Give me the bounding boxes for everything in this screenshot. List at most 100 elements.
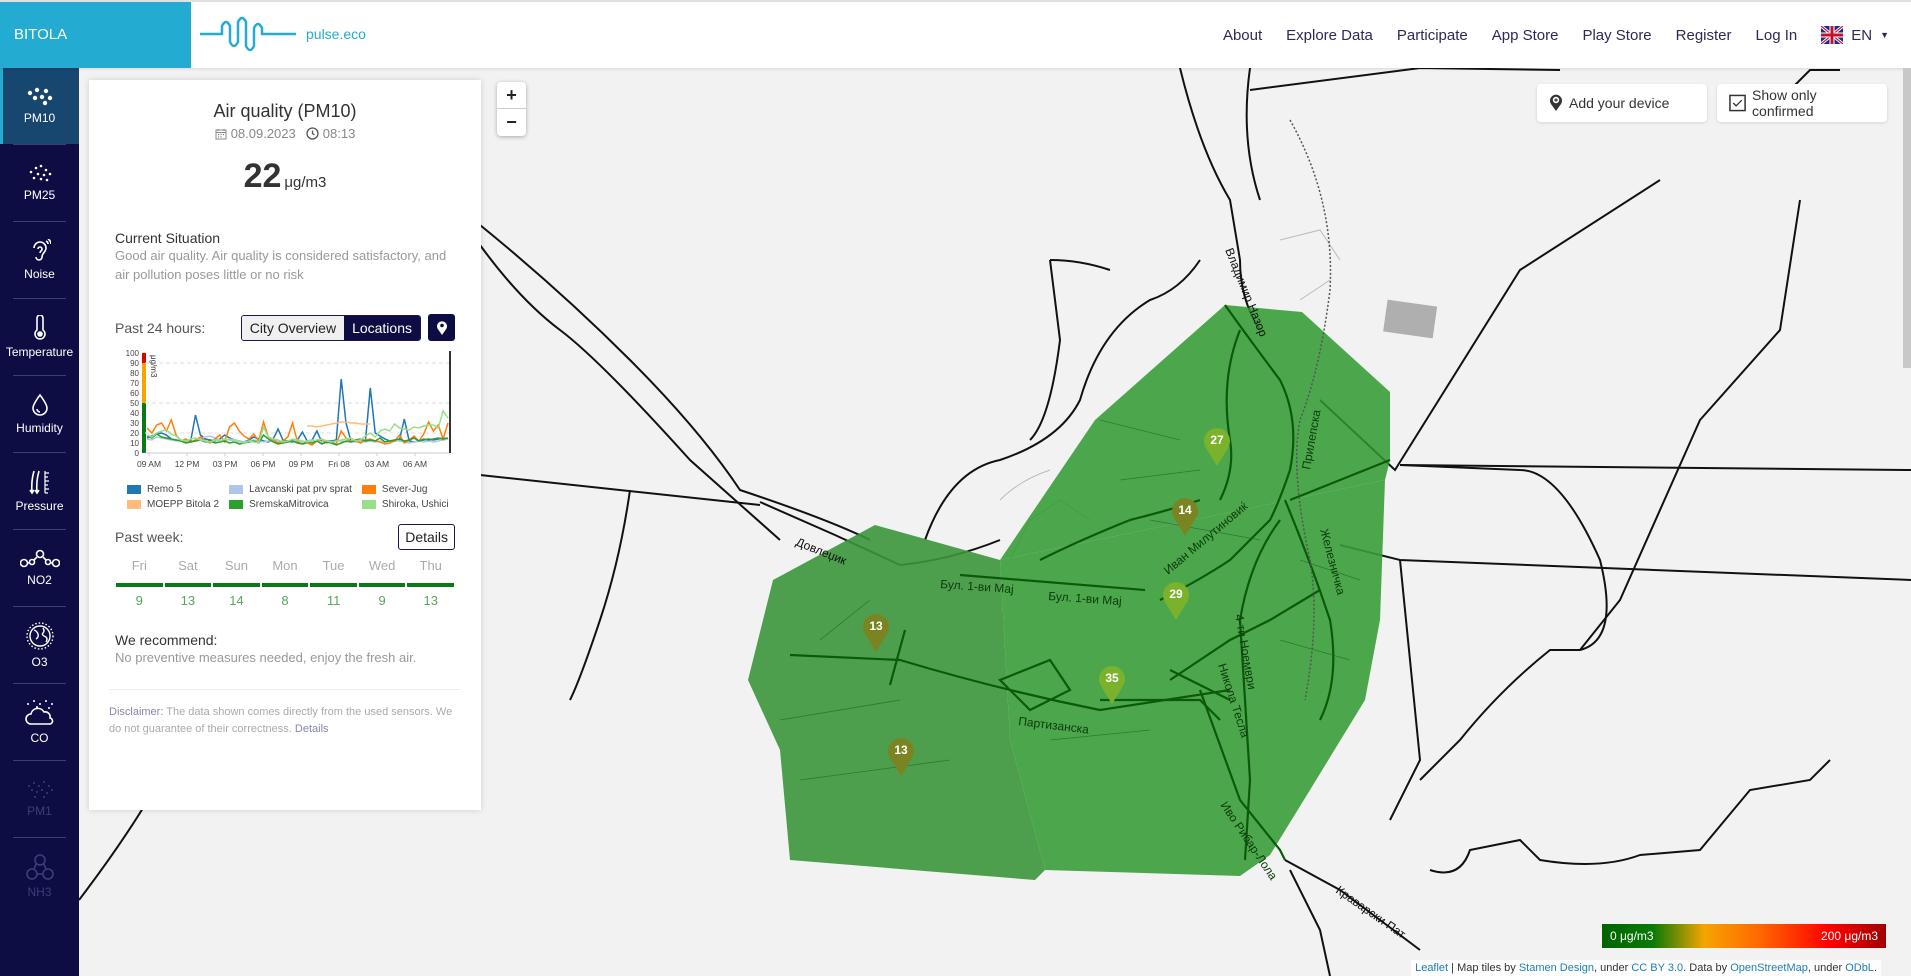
calendar-icon	[215, 128, 227, 139]
sidebar-item-nh3[interactable]: NH3	[0, 838, 79, 914]
sidebar-label: Noise	[24, 267, 55, 281]
nav-log-in[interactable]: Log In	[1756, 27, 1798, 44]
nav-play-store[interactable]: Play Store	[1582, 27, 1651, 44]
sidebar-item-temperature[interactable]: Temperature	[0, 299, 79, 375]
language-selector[interactable]: EN ▼	[1821, 26, 1889, 44]
particles-icon	[27, 87, 52, 106]
sidebar-item-no2[interactable]: NO2	[0, 530, 79, 606]
day-name: Fri	[131, 558, 147, 573]
legend-item[interactable]: MOEPP Bitola 2	[127, 499, 219, 510]
pulse-wave-icon	[200, 16, 296, 52]
y-tick-label: 80	[130, 369, 139, 378]
day-level-bar	[116, 583, 163, 587]
tab-locations[interactable]: Locations	[344, 315, 420, 340]
series-line	[146, 378, 449, 443]
page-scrollbar[interactable]	[1903, 68, 1911, 368]
sidebar-label: NH3	[27, 885, 52, 899]
fine-particles-icon	[29, 164, 51, 182]
marker-value: 27	[1210, 433, 1224, 447]
sensor-marker[interactable]: 27	[1202, 428, 1232, 468]
map-pin-plus-icon	[1550, 94, 1562, 111]
day-level-bar	[358, 583, 406, 587]
day-value: 14	[229, 593, 244, 608]
checkbox-checked-icon[interactable]	[1729, 94, 1746, 112]
marker-value: 13	[894, 743, 908, 757]
sidebar-item-pm10[interactable]: PM10	[0, 68, 79, 144]
odbl-link[interactable]: ODbL	[1845, 962, 1874, 974]
day-column: Fri 9	[115, 558, 164, 608]
legend-item[interactable]: SremskaMitrovica	[229, 499, 352, 510]
details-button[interactable]: Details	[398, 524, 455, 550]
disclaimer: Disclaimer: The data shown comes directl…	[109, 689, 461, 738]
clock-icon	[306, 127, 319, 140]
value-number: 22	[243, 157, 282, 195]
cc-by-link[interactable]: CC BY 3.0	[1631, 962, 1683, 974]
legend-item[interactable]: Lavcanski pat prv sprat	[229, 484, 352, 495]
legend-label: SremskaMitrovica	[249, 499, 329, 510]
sidebar-label: Temperature	[5, 345, 74, 359]
day-name: Wed	[368, 558, 396, 573]
legend-label: Sever-Jug	[381, 484, 428, 495]
x-tick-label: 06 AM	[403, 459, 427, 469]
sensor-sidebar: PM10 PM25 Noise Temperature Humidity Pre…	[0, 68, 79, 976]
legend-label: Lavcanski pat prv sprat	[249, 484, 352, 495]
sensor-marker[interactable]: 14	[1170, 498, 1200, 538]
nav-about[interactable]: About	[1223, 27, 1262, 44]
recommend-text: No preventive measures needed, enjoy the…	[115, 650, 417, 665]
attribution-text: , under	[1807, 962, 1846, 974]
day-name: Mon	[272, 558, 298, 573]
add-device-button[interactable]: Add your device	[1537, 84, 1707, 122]
leaflet-link[interactable]: Leaflet	[1415, 962, 1448, 974]
day-column: Thu 13	[406, 558, 455, 608]
sidebar-label: CO	[30, 731, 49, 745]
day-column: Mon 8	[261, 558, 310, 608]
x-tick-label: 09 PM	[289, 459, 314, 469]
day-level-bar	[213, 583, 260, 587]
locate-button[interactable]	[428, 314, 455, 341]
disclaimer-details-link[interactable]: Details	[295, 723, 329, 735]
legend-item[interactable]: Remo 5	[127, 484, 219, 495]
sidebar-item-pressure[interactable]: Pressure	[0, 453, 79, 529]
stamen-link[interactable]: Stamen Design	[1519, 962, 1594, 974]
main-nav: About Explore Data Participate App Store…	[1223, 2, 1889, 68]
sensor-marker[interactable]: 13	[886, 738, 916, 778]
sidebar-item-co[interactable]: CO	[0, 684, 79, 760]
day-name: Tue	[322, 558, 345, 573]
past-24h-chart: 0102030405060708090100 μg/m3 09 AM 12 PM 03 …	[126, 349, 451, 469]
sidebar-item-humidity[interactable]: Humidity	[0, 376, 79, 452]
nav-register[interactable]: Register	[1676, 27, 1732, 44]
osm-link[interactable]: OpenStreetMap	[1730, 962, 1808, 974]
zoom-out-button[interactable]: −	[497, 109, 526, 136]
add-device-label: Add your device	[1569, 95, 1670, 111]
day-column: Tue 11	[309, 558, 358, 608]
y-tick-label: 20	[130, 429, 139, 438]
sidebar-item-pm1[interactable]: PM1	[0, 761, 79, 837]
sidebar-item-o3[interactable]: O3	[0, 607, 79, 683]
legend-swatch	[229, 500, 244, 509]
sidebar-label: Humidity	[16, 421, 63, 435]
sensor-marker[interactable]: 35	[1097, 666, 1127, 706]
attribution-text: , under	[1594, 962, 1632, 974]
sidebar-item-pm25[interactable]: PM25	[0, 145, 79, 221]
legend-item[interactable]: Shiroka, Ushici	[361, 499, 449, 510]
street-label: Краварски Пат	[1333, 883, 1408, 942]
pollution-scale-legend: 0 μg/m3 200 μg/m3	[1602, 924, 1886, 948]
show-only-confirmed-toggle[interactable]: Show only confirmed	[1717, 84, 1887, 122]
sidebar-item-noise[interactable]: Noise	[0, 222, 79, 298]
tab-city-overview[interactable]: City Overview	[241, 315, 345, 340]
day-level-bar	[310, 583, 357, 587]
zoom-in-button[interactable]: +	[497, 82, 526, 109]
sensor-marker[interactable]: 13	[861, 614, 891, 654]
nav-app-store[interactable]: App Store	[1492, 27, 1559, 44]
past-24h-label: Past 24 hours:	[115, 319, 206, 336]
view-toggle: City Overview Locations	[240, 314, 455, 341]
city-selector[interactable]: BITOLA	[0, 2, 191, 68]
sensor-marker[interactable]: 29	[1161, 582, 1191, 622]
pressure-icon	[28, 470, 49, 495]
x-tick-label: 12 PM	[175, 459, 200, 469]
day-level-bar	[407, 583, 454, 587]
nav-participate[interactable]: Participate	[1397, 27, 1468, 44]
logo[interactable]: pulse.eco	[198, 14, 366, 54]
legend-item[interactable]: Sever-Jug	[361, 484, 449, 495]
nav-explore-data[interactable]: Explore Data	[1286, 27, 1373, 44]
